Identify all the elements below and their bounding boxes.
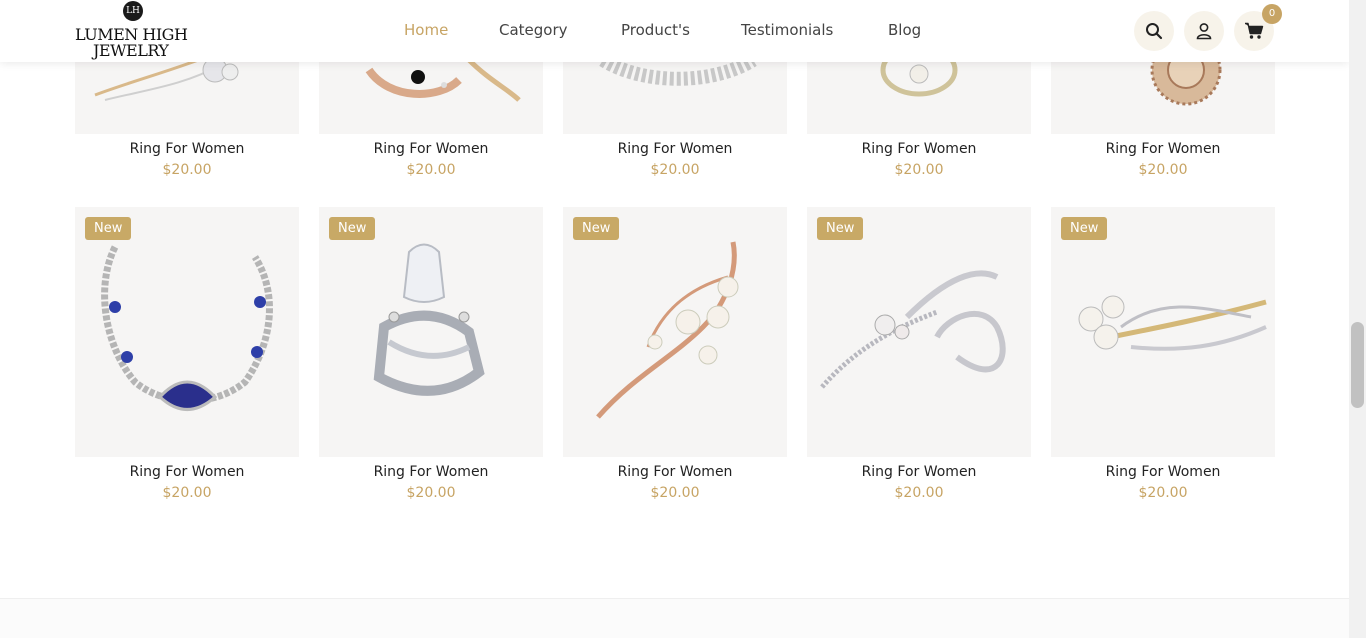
product-name[interactable]: Ring For Women: [563, 464, 787, 480]
product-name[interactable]: Ring For Women: [563, 141, 787, 157]
cart-count-badge: 0: [1262, 4, 1282, 24]
product-name[interactable]: Ring For Women: [319, 141, 543, 157]
pearl-leaf-brooch-image: [596, 241, 739, 419]
new-badge: New: [1061, 217, 1108, 240]
product-price: $20.00: [650, 485, 700, 501]
product-image[interactable]: New: [807, 207, 1031, 457]
product-name[interactable]: Ring For Women: [1051, 464, 1275, 480]
product-image[interactable]: New: [1051, 207, 1275, 457]
product-image[interactable]: New: [319, 207, 543, 457]
user-icon: [1196, 23, 1212, 40]
product-image[interactable]: New: [75, 207, 299, 457]
brand-logo[interactable]: LH LUMEN HIGH JEWELRY: [75, 1, 195, 61]
product-price: $20.00: [162, 485, 212, 501]
new-badge: New: [329, 217, 376, 240]
new-badge: New: [573, 217, 620, 240]
site-header: LH LUMEN HIGH JEWELRY Home Category Prod…: [0, 0, 1349, 62]
product-name[interactable]: Ring For Women: [807, 464, 1031, 480]
nav-home[interactable]: Home: [404, 21, 448, 39]
scrollbar-thumb[interactable]: [1351, 322, 1364, 408]
product-price: $20.00: [1138, 162, 1188, 178]
product-price: $20.00: [1138, 485, 1188, 501]
pearl-spray-brooch-image: [1078, 295, 1267, 351]
diamond-ring-image: [373, 243, 485, 396]
search-button[interactable]: [1134, 11, 1174, 51]
product-price: $20.00: [406, 485, 456, 501]
sapphire-bracelet-image: [101, 245, 273, 411]
page-scrollbar[interactable]: [1349, 0, 1366, 638]
logo-text-line2: JEWELRY: [93, 41, 169, 60]
product-name[interactable]: Ring For Women: [75, 141, 299, 157]
search-icon: [1146, 23, 1163, 40]
new-badge: New: [85, 217, 132, 240]
nav-category[interactable]: Category: [499, 21, 568, 39]
nav-blog[interactable]: Blog: [888, 21, 921, 39]
nav-products[interactable]: Product's: [621, 21, 690, 39]
product-price: $20.00: [162, 162, 212, 178]
page: LH LUMEN HIGH JEWELRY Home Category Prod…: [0, 0, 1349, 638]
product-name[interactable]: Ring For Women: [1051, 141, 1275, 157]
product-price: $20.00: [894, 485, 944, 501]
product-name[interactable]: Ring For Women: [807, 141, 1031, 157]
product-price: $20.00: [650, 162, 700, 178]
silver-flower-brooch-image: [820, 270, 1006, 389]
nav-testimonials[interactable]: Testimonials: [741, 21, 833, 39]
product-name[interactable]: Ring For Women: [319, 464, 543, 480]
product-price: $20.00: [406, 162, 456, 178]
product-name[interactable]: Ring For Women: [75, 464, 299, 480]
logo-monogram: LH: [123, 1, 143, 21]
product-image[interactable]: New: [563, 207, 787, 457]
new-badge: New: [817, 217, 864, 240]
product-price: $20.00: [894, 162, 944, 178]
account-button[interactable]: [1184, 11, 1224, 51]
footer-section: [0, 598, 1349, 638]
cart-icon: [1245, 22, 1264, 39]
